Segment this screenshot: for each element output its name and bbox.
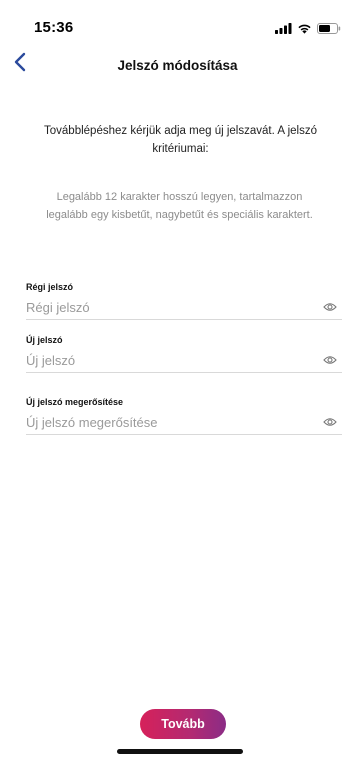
confirm-password-input[interactable] [26,412,311,432]
next-button[interactable]: Tovább [140,709,226,739]
cellular-signal-icon [275,21,292,39]
confirm-password-row [26,412,342,435]
battery-icon [317,21,341,39]
home-indicator[interactable] [117,749,243,754]
new-password-field: Új jelszó [26,334,342,373]
page-title: Jelszó módosítása [117,58,238,73]
new-password-input[interactable] [26,350,311,370]
wifi-icon [297,21,312,39]
new-password-row [26,350,342,373]
confirm-password-field: Új jelszó megerősítése [26,396,342,435]
navigation-bar: Jelszó módosítása [0,46,355,86]
old-password-row [26,297,342,320]
status-bar: 15:36 [0,0,355,44]
eye-icon[interactable] [322,353,338,367]
eye-icon[interactable] [322,415,338,429]
intro-text: Továbblépéshez kérjük adja meg új jelsza… [44,125,317,155]
confirm-password-label: Új jelszó megerősítése [26,397,124,407]
new-password-label: Új jelszó [26,335,63,345]
status-time: 15:36 [34,19,74,36]
status-icons [275,21,341,39]
password-criteria-text: Legalább 12 karakter hosszú legyen, tart… [46,191,313,221]
old-password-field: Régi jelszó [26,281,342,320]
old-password-label: Régi jelszó [26,282,74,292]
eye-icon[interactable] [322,300,338,314]
old-password-input[interactable] [26,297,311,317]
